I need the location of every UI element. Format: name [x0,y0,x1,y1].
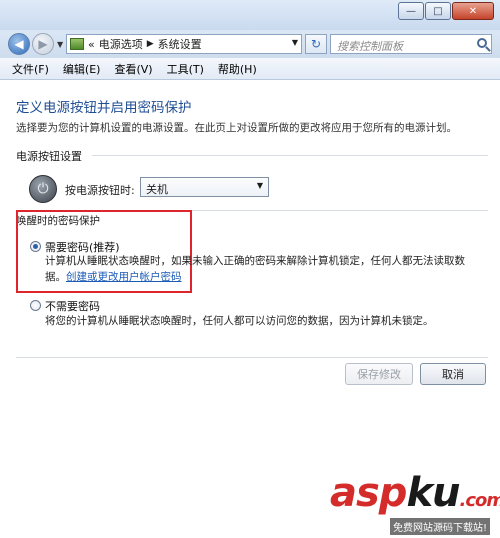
breadcrumb-prefix[interactable]: « [88,38,95,51]
arrow-right-icon: ▶ [38,37,48,51]
page-title: 定义电源按钮并启用密码保护 [16,100,192,116]
address-bar[interactable]: « 电源选项 ▶ 系统设置 ▼ [66,34,302,54]
require-password-description: 计算机从睡眠状态唤醒时，如果未输入正确的密码来解除计算机锁定，任何人都无法读取数 [45,255,465,267]
require-password-radio[interactable] [30,241,41,252]
minimize-button[interactable]: — [398,2,424,20]
breadcrumb-item-power-options[interactable]: 电源选项 [99,36,143,52]
menu-help[interactable]: 帮助(H) [218,61,257,77]
address-dropdown-icon[interactable]: ▼ [292,38,298,47]
address-row: ◀ ▶ ▼ « 电源选项 ▶ 系统设置 ▼ ↻ 搜索控制面板 [0,30,500,58]
watermark-subtitle: 免费网站源码下载站! [390,518,491,535]
save-changes-button[interactable]: 保存修改 [345,363,413,385]
page-description: 选择要为您的计算机设置的电源设置。在此页上对设置所做的更改将应用于您所有的电源计… [16,122,457,134]
watermark-suffix: .com [459,490,500,511]
no-password-label[interactable]: 不需要密码 [45,298,100,314]
search-input[interactable]: 搜索控制面板 [330,34,492,54]
menu-tools[interactable]: 工具(T) [167,61,204,77]
power-action-select[interactable]: 关机 ▼ [140,177,269,197]
back-button[interactable]: ◀ [8,33,30,55]
cancel-button[interactable]: 取消 [420,363,486,385]
close-button[interactable]: ✕ [452,2,494,20]
watermark-brand: aspku.com [330,470,500,516]
maximize-button[interactable]: □ [425,2,451,20]
refresh-icon: ↻ [310,37,322,51]
menu-bar: 文件(F) 编辑(E) 查看(V) 工具(T) 帮助(H) [0,58,500,80]
power-section-heading: 电源按钮设置 [16,150,82,163]
watermark-logo: aspku.com 免费网站源码下载站! [330,470,500,538]
control-panel-icon [70,38,84,50]
power-button-icon: ⏻ [29,175,57,203]
chevron-down-icon: ▼ [256,181,263,190]
require-password-description-end: 据。 [45,271,66,283]
watermark-brand-b: ku [406,470,460,516]
section-divider [92,155,488,156]
no-password-description: 将您的计算机从睡眠状态唤醒时，任何人都可以访问您的数据，因为计算机未锁定。 [45,315,434,327]
refresh-button[interactable]: ↻ [305,34,327,54]
footer-divider [16,357,488,358]
menu-file[interactable]: 文件(F) [12,61,49,77]
breadcrumb-separator-icon[interactable]: ▶ [147,39,154,49]
power-button-label: 按电源按钮时: [65,184,135,197]
search-icon[interactable] [477,38,487,48]
search-placeholder: 搜索控制面板 [337,40,403,53]
menu-edit[interactable]: 编辑(E) [63,61,101,77]
forward-button[interactable]: ▶ [32,33,54,55]
watermark-brand-a: asp [330,470,407,516]
recent-pages-dropdown-icon[interactable]: ▼ [57,40,63,49]
power-action-value: 关机 [146,183,168,196]
no-password-radio[interactable] [30,300,41,311]
breadcrumb-item-system-settings[interactable]: 系统设置 [158,36,202,52]
change-password-link[interactable]: 创建或更改用户帐户密码 [66,269,182,284]
arrow-left-icon: ◀ [14,37,24,51]
window-titlebar: — □ ✕ [0,0,500,30]
caption-buttons: — □ ✕ [397,2,494,20]
menu-view[interactable]: 查看(V) [114,61,152,77]
